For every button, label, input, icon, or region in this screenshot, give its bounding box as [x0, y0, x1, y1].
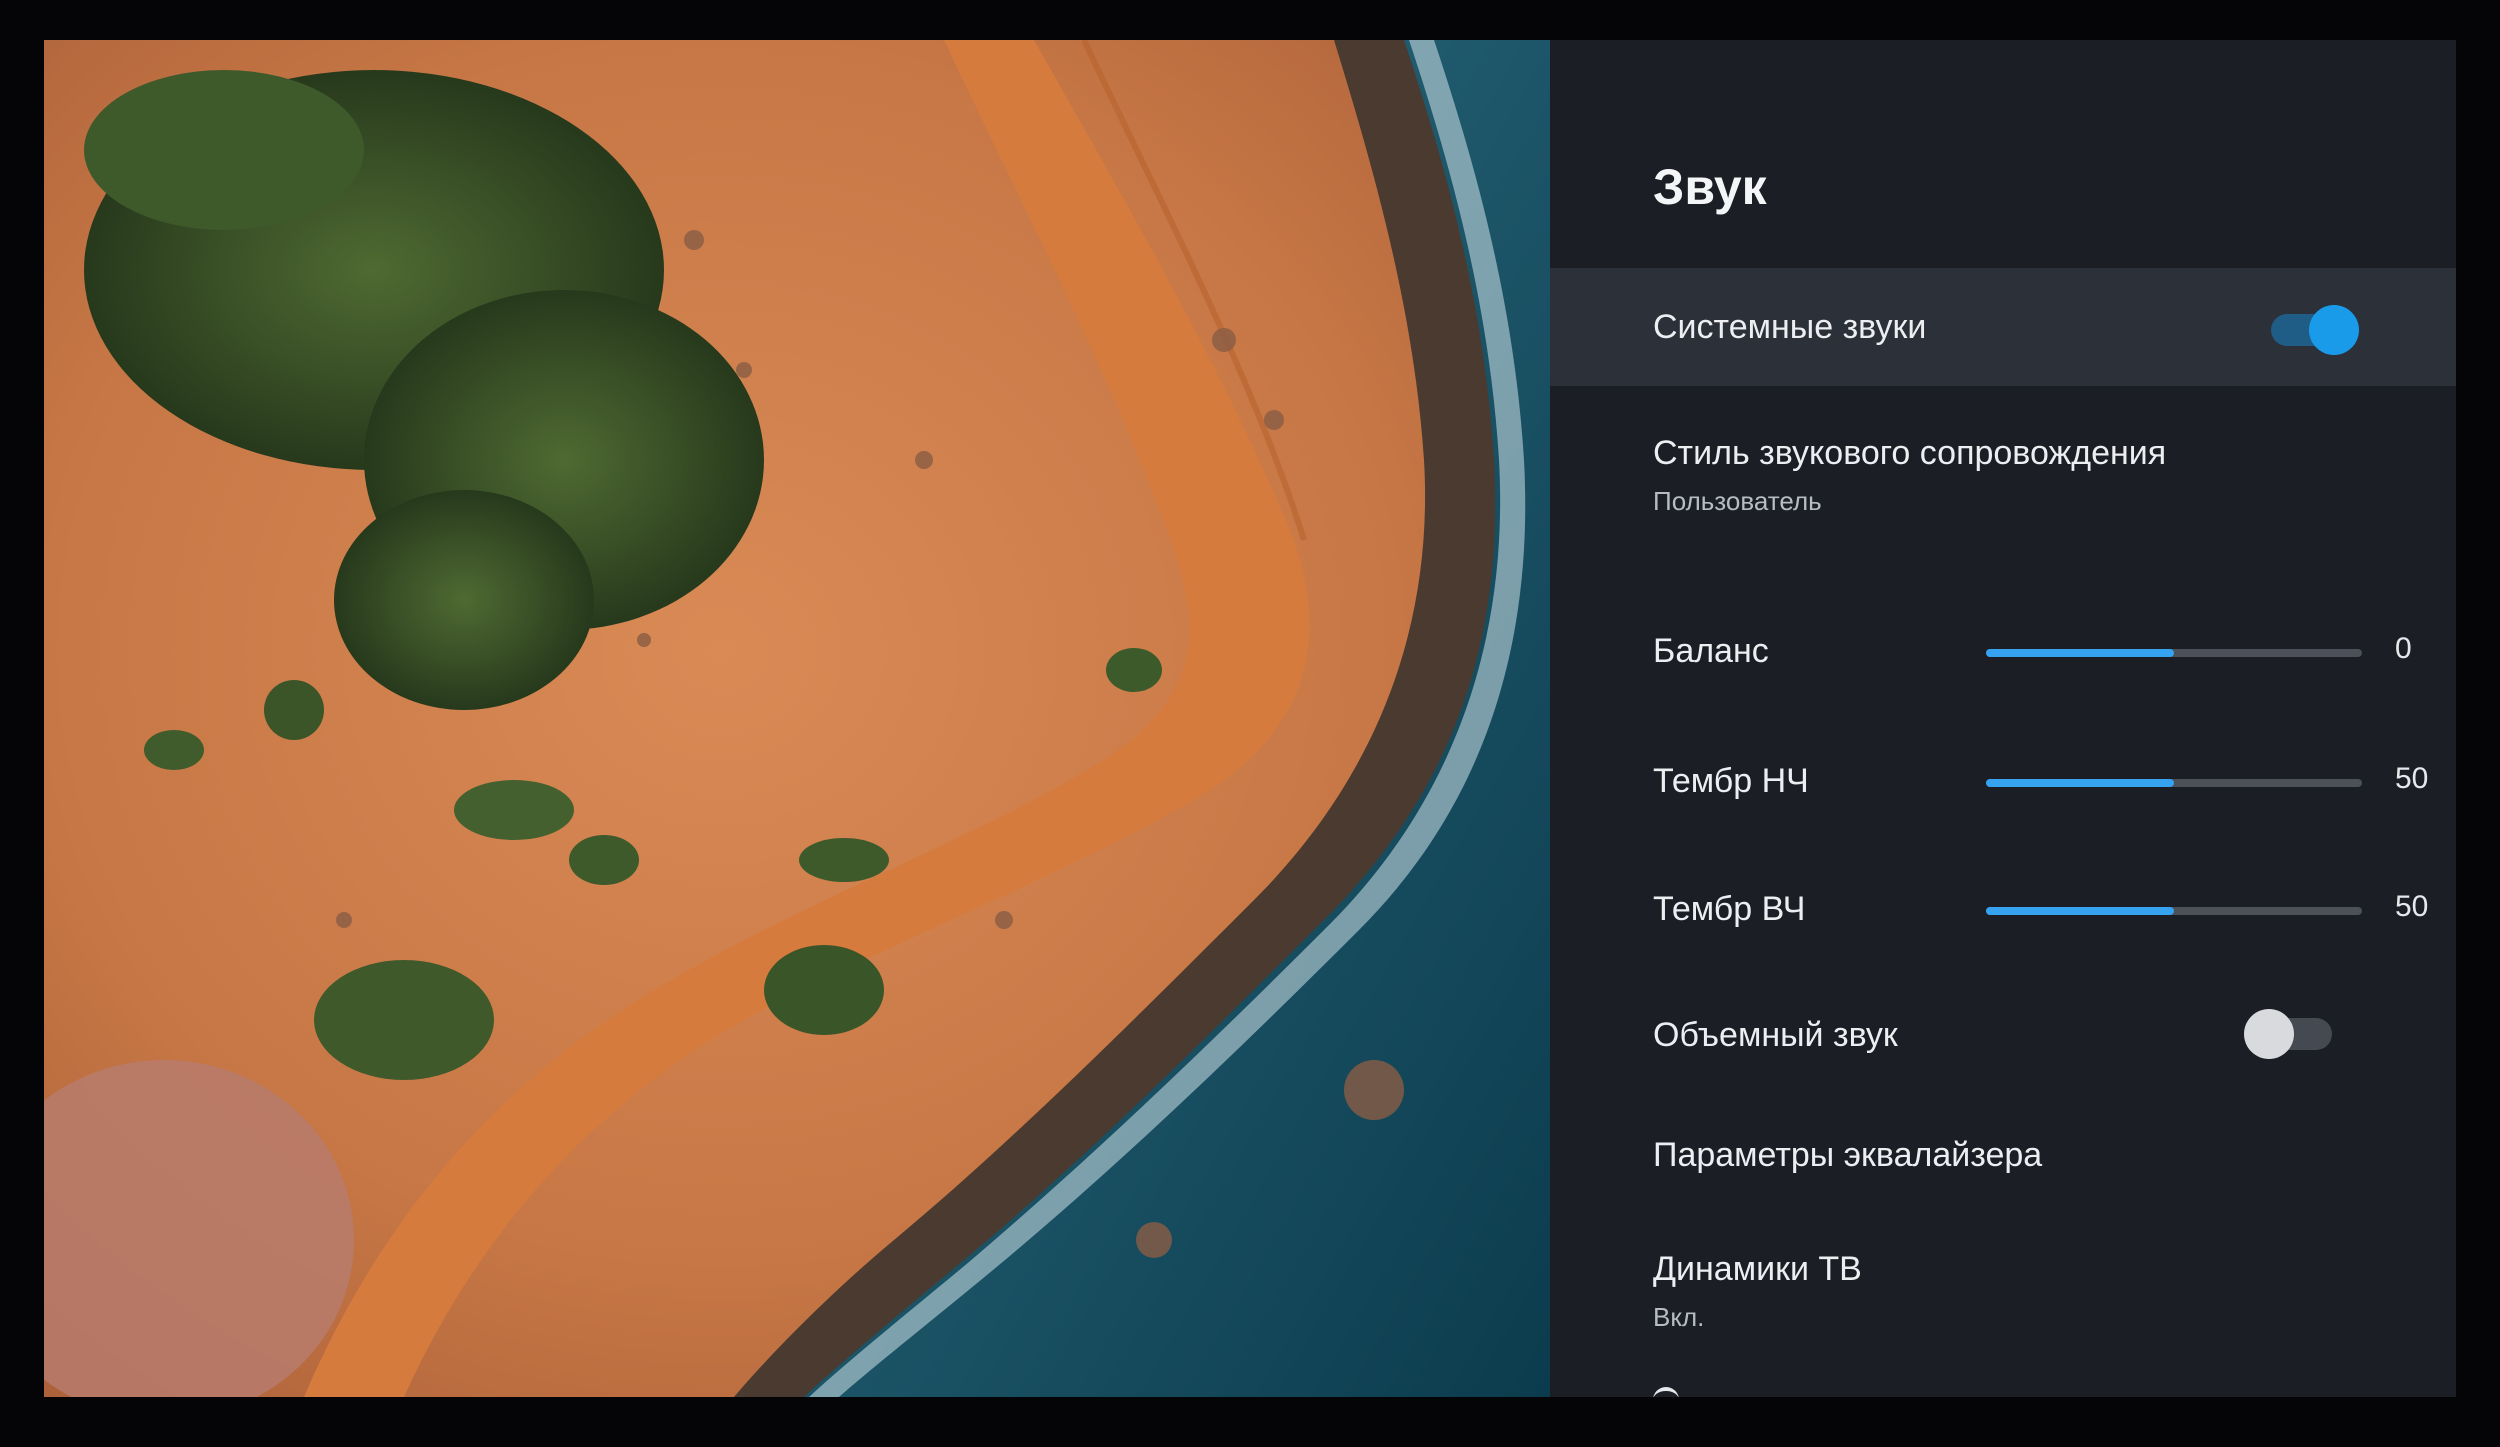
bass-slider-fill	[1986, 779, 2174, 787]
balance-row[interactable]: Баланс 0	[1550, 600, 2456, 700]
bass-value: 50	[2395, 762, 2429, 795]
treble-slider-fill	[1986, 907, 2174, 915]
tv-bezel: Звук Системные звуки Стиль звукового соп…	[0, 0, 2500, 1447]
bass-slider[interactable]	[1986, 779, 2362, 787]
surround-row[interactable]: Объемный звук	[1550, 980, 2456, 1090]
partial-text-glyph	[1653, 1387, 1679, 1397]
aerial-coast-image	[44, 40, 1550, 1397]
equalizer-row[interactable]: Параметры эквалайзера	[1550, 1110, 2456, 1210]
tv-screen: Звук Системные звуки Стиль звукового соп…	[44, 40, 2456, 1397]
tv-speakers-label: Динамики ТВ	[1653, 1250, 1862, 1288]
balance-label: Баланс	[1653, 632, 1769, 670]
toggle-knob	[2309, 305, 2359, 355]
sound-style-label: Стиль звукового сопровождения	[1653, 434, 2167, 472]
balance-slider[interactable]	[1986, 649, 2362, 657]
next-row-partial[interactable]	[1550, 1375, 2456, 1397]
balance-slider-fill	[1986, 649, 2174, 657]
equalizer-label: Параметры эквалайзера	[1653, 1136, 2043, 1174]
sound-style-value: Пользователь	[1653, 486, 1822, 516]
surround-toggle[interactable]	[2244, 1009, 2332, 1059]
sound-settings-panel: Звук Системные звуки Стиль звукового соп…	[1550, 40, 2456, 1397]
sound-style-row[interactable]: Стиль звукового сопровождения Пользовате…	[1550, 412, 2456, 532]
tv-speakers-value: Вкл.	[1653, 1302, 1705, 1332]
toggle-knob	[2244, 1009, 2294, 1059]
bass-row[interactable]: Тембр НЧ 50	[1550, 730, 2456, 830]
treble-row[interactable]: Тембр ВЧ 50	[1550, 858, 2456, 958]
background-wallpaper	[44, 40, 1550, 1397]
bass-label: Тембр НЧ	[1653, 762, 1809, 800]
balance-value: 0	[2395, 632, 2412, 665]
tv-speakers-row[interactable]: Динамики ТВ Вкл.	[1550, 1228, 2456, 1348]
system-sounds-toggle[interactable]	[2271, 305, 2359, 355]
treble-label: Тембр ВЧ	[1653, 890, 1806, 928]
system-sounds-label: Системные звуки	[1653, 308, 1927, 346]
system-sounds-row[interactable]: Системные звуки	[1550, 268, 2456, 386]
surround-label: Объемный звук	[1653, 1016, 1898, 1054]
treble-value: 50	[2395, 890, 2429, 923]
panel-title: Звук	[1653, 159, 1767, 215]
treble-slider[interactable]	[1986, 907, 2362, 915]
